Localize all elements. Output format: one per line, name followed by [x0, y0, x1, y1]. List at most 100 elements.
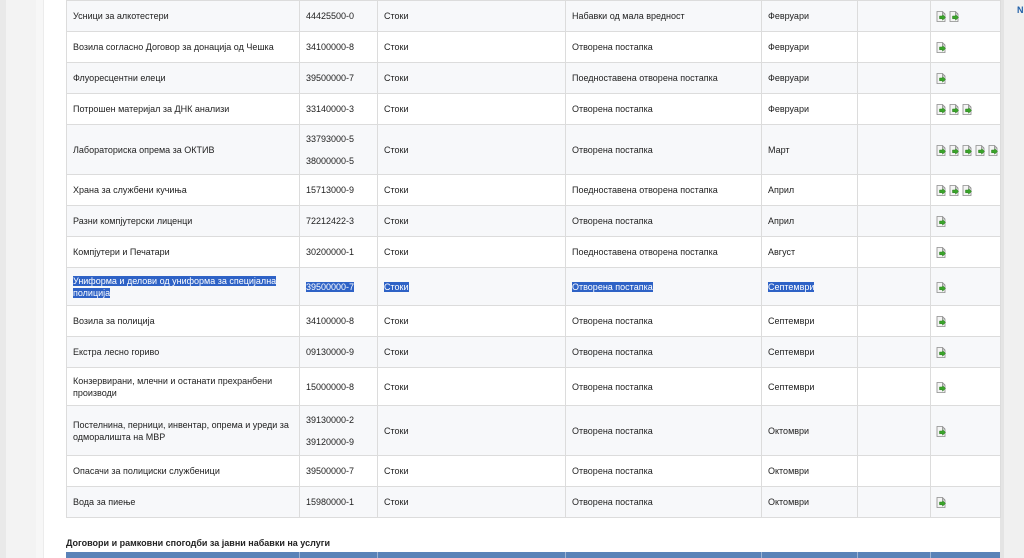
table-row[interactable]: Компјутери и Печатари 30200000-1 Стоки Поед… — [66, 236, 1001, 268]
document-download-icon[interactable] — [949, 185, 960, 196]
documents-cell — [930, 367, 1001, 406]
procedure-type: Отворена постапка — [572, 281, 653, 292]
document-download-icon[interactable] — [936, 281, 947, 293]
document-download-icon[interactable] — [949, 11, 960, 22]
item-name: Вода за пиење — [73, 497, 136, 507]
document-download-icon[interactable] — [949, 144, 960, 156]
table-row[interactable]: Разни компјутерски лиценци 72212422-3 Сток… — [66, 205, 1001, 237]
procedure-type: Отворена постапка — [572, 497, 653, 507]
empty-cell — [857, 236, 931, 268]
document-download-icon[interactable] — [936, 316, 947, 327]
document-download-icon[interactable] — [936, 247, 947, 258]
table-row[interactable]: Постелнина, перници, инвентар, опрема и … — [66, 405, 1001, 456]
item-type: Стоки — [384, 11, 409, 21]
cpv-code: 15000000-8 — [306, 381, 355, 392]
documents-cell — [930, 305, 1001, 337]
item-name: Возила согласно Договор за донација од Ч… — [73, 42, 274, 52]
table-row[interactable]: Лабораториска опрема за ОКТИВ 33793000-5 3… — [66, 124, 1001, 175]
documents-cell — [930, 236, 1001, 268]
procedure-type: Поедноставена отворена постапка — [572, 247, 718, 257]
document-download-icon[interactable] — [936, 42, 947, 53]
goods-procurement-table: Усници за алкотестери 44425500-0 Стоки Наба… — [66, 0, 1001, 518]
table-row[interactable]: Усници за алкотестери 44425500-0 Стоки Наба… — [66, 0, 1001, 32]
services-section-title: Договори и рамковни спогодби за јавни на… — [66, 538, 330, 548]
documents-cell — [930, 267, 1001, 306]
table-row[interactable]: Возила за полиција 34100000-8 Стоки Отворен… — [66, 305, 1001, 337]
procedure-type: Отворена постапка — [572, 466, 653, 476]
right-edge-link[interactable]: N — [1017, 5, 1024, 15]
planned-month: Февруари — [768, 42, 809, 52]
table-row[interactable]: Конзервирани, млечни и останати прехранб… — [66, 367, 1001, 406]
table-row[interactable]: Потрошен материјал за ДНК анализи 3314000… — [66, 93, 1001, 125]
empty-cell — [857, 205, 931, 237]
cpv-code: 39120000-9 — [306, 436, 355, 447]
cpv-code: 15713000-9 — [306, 185, 355, 195]
item-name: Разни компјутерски лиценци — [73, 216, 193, 226]
item-name: Униформа и делови од униформа за специја… — [73, 275, 277, 298]
table-row[interactable]: Униформа и делови од униформа за специја… — [66, 267, 1001, 306]
documents-cell — [930, 174, 1001, 206]
procedure-type: Отворена постапка — [572, 347, 653, 357]
cpv-code: 09130000-9 — [306, 347, 355, 357]
item-name: Возила за полиција — [73, 316, 155, 326]
document-download-icon[interactable] — [936, 425, 947, 437]
procedure-type: Отворена постапка — [572, 104, 653, 114]
item-name: Храна за службени кучиња — [73, 185, 187, 195]
document-download-icon[interactable] — [936, 185, 947, 196]
procedure-type: Отворена постапка — [572, 425, 653, 436]
cpv-code: 38000000-5 — [306, 155, 355, 166]
cpv-code: 72212422-3 — [306, 216, 355, 226]
item-name: Усници за алкотестери — [73, 11, 169, 21]
item-type: Стоки — [384, 381, 409, 392]
cpv-code: 30200000-1 — [306, 247, 355, 257]
planned-month: Октомври — [768, 497, 810, 507]
procedure-type: Отворена постапка — [572, 144, 653, 155]
planned-month: Февруари — [768, 73, 809, 83]
cpv-code: 15980000-1 — [306, 497, 355, 507]
planned-month: Февруари — [768, 104, 809, 114]
document-download-icon[interactable] — [936, 11, 947, 22]
documents-cell — [930, 405, 1001, 456]
empty-cell — [857, 0, 931, 32]
documents-cell — [930, 205, 1001, 237]
cpv-code: 39130000-2 — [306, 414, 355, 425]
document-download-icon[interactable] — [962, 144, 973, 156]
cpv-code: 33140000-3 — [306, 104, 355, 114]
procedure-type: Набавки од мала вредност — [572, 11, 685, 21]
document-download-icon[interactable] — [962, 185, 973, 196]
documents-cell — [930, 486, 1001, 518]
procedure-type: Поедноставена отворена постапка — [572, 73, 718, 83]
procedure-type: Поедноставена отворена постапка — [572, 185, 718, 195]
empty-cell — [857, 62, 931, 94]
item-type: Стоки — [384, 466, 409, 476]
document-download-icon[interactable] — [936, 216, 947, 227]
table-row[interactable]: Флуоресцентни елеци 39500000-7 Стоки Поедно… — [66, 62, 1001, 94]
document-download-icon[interactable] — [936, 73, 947, 84]
document-download-icon[interactable] — [988, 144, 999, 156]
documents-cell — [930, 124, 1001, 175]
table-row[interactable]: Вода за пиење 15980000-1 Стоки Отворена пос… — [66, 486, 1001, 518]
document-download-icon[interactable] — [962, 104, 973, 115]
left-page-shadow — [0, 0, 6, 558]
document-download-icon[interactable] — [936, 144, 947, 156]
document-download-icon[interactable] — [949, 104, 960, 115]
document-download-icon[interactable] — [975, 144, 986, 156]
procedure-type: Отворена постапка — [572, 381, 653, 392]
documents-cell — [930, 31, 1001, 63]
table-row[interactable]: Екстра лесно гориво 09130000-9 Стоки Отворе… — [66, 336, 1001, 368]
empty-cell — [857, 124, 931, 175]
document-download-icon[interactable] — [936, 497, 947, 508]
item-name: Лабораториска опрема за ОКТИВ — [73, 144, 215, 155]
table-row[interactable]: Возила согласно Договор за донација од Ч… — [66, 31, 1001, 63]
documents-cell — [930, 93, 1001, 125]
cpv-code: 44425500-0 — [306, 11, 355, 21]
document-download-icon[interactable] — [936, 104, 947, 115]
table-row[interactable]: Опасачи за полициски службеници 39500000-… — [66, 455, 1001, 487]
document-download-icon[interactable] — [936, 381, 947, 393]
item-type: Стоки — [384, 104, 409, 114]
empty-cell — [857, 174, 931, 206]
planned-month: Септември — [768, 281, 815, 292]
table-row[interactable]: Храна за службени кучиња 15713000-9 Стоки П… — [66, 174, 1001, 206]
cpv-code: 39500000-7 — [306, 466, 355, 476]
document-download-icon[interactable] — [936, 347, 947, 358]
